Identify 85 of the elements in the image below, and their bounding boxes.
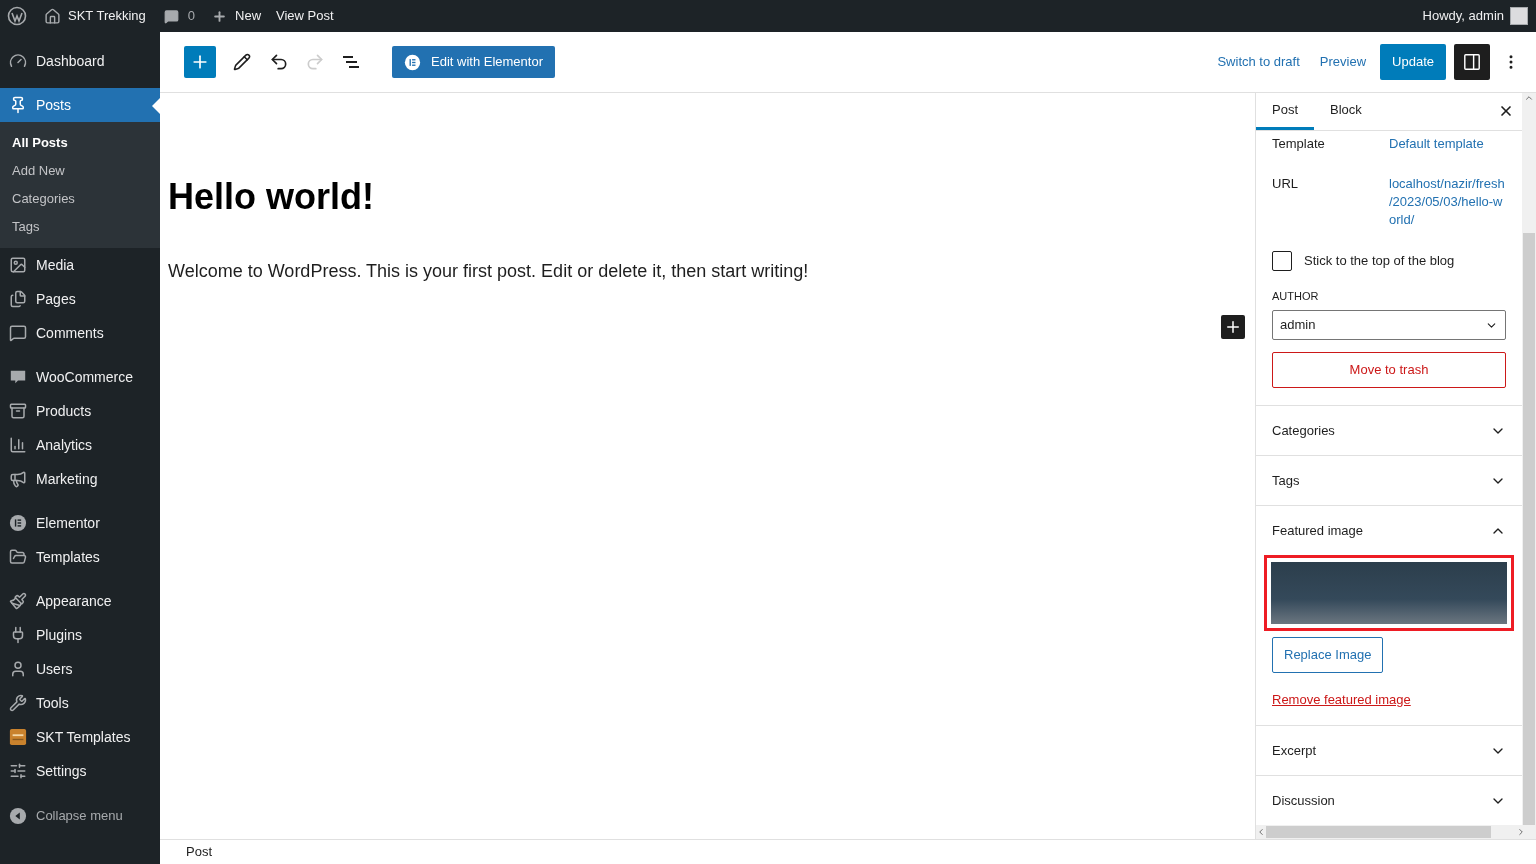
home-icon[interactable] xyxy=(44,7,61,25)
greeting-link[interactable]: Howdy, admin xyxy=(1422,6,1504,26)
wrench-icon xyxy=(9,694,27,712)
author-label: AUTHOR xyxy=(1272,288,1320,304)
sidebar-item[interactable]: Settings xyxy=(0,754,160,788)
switch-to-draft-link[interactable]: Switch to draft xyxy=(1217,52,1300,72)
section-toggle[interactable]: Categories xyxy=(1256,406,1522,455)
plus-icon[interactable] xyxy=(212,8,228,24)
pushpin-icon xyxy=(9,96,27,114)
sidebar-item[interactable]: Products xyxy=(0,394,160,428)
media-icon xyxy=(9,256,27,274)
remove-featured-image-link[interactable]: Remove featured image xyxy=(1272,692,1411,707)
section-toggle[interactable]: Featured image xyxy=(1256,506,1522,555)
sticky-label: Stick to the top of the blog xyxy=(1304,251,1455,270)
speech-bubble-icon[interactable] xyxy=(163,8,179,24)
field-value-link[interactable]: localhost/nazir/fresh /2023/05/03/hello-world/ xyxy=(1389,174,1506,229)
post-title[interactable]: Hello world! xyxy=(168,175,1245,219)
submenu-item[interactable]: Add New xyxy=(0,157,160,185)
archive-box-icon xyxy=(9,402,27,420)
scroll-left-icon[interactable] xyxy=(1256,827,1266,837)
bar-chart-icon xyxy=(9,436,27,454)
megaphone-icon xyxy=(9,470,27,488)
panel-tab[interactable]: Block xyxy=(1314,93,1378,130)
add-block-button[interactable] xyxy=(1221,315,1245,340)
wordpress-logo-icon[interactable] xyxy=(7,6,27,26)
circle-logo-icon xyxy=(404,53,421,71)
panel-tab[interactable]: Post xyxy=(1256,93,1314,130)
update-button[interactable]: Update xyxy=(1380,44,1446,80)
submenu-item[interactable]: Tags xyxy=(0,213,160,241)
undo-icon[interactable] xyxy=(269,52,289,72)
scroll-right-icon[interactable] xyxy=(1516,827,1526,837)
author-select[interactable]: admin xyxy=(1272,310,1506,340)
collapse-menu-button[interactable]: Collapse menu xyxy=(0,799,160,833)
pages-icon xyxy=(9,290,27,308)
sidebar-item[interactable]: Tools xyxy=(0,686,160,720)
field-label: Template xyxy=(1272,134,1326,153)
sidebar-item[interactable]: Plugins xyxy=(0,618,160,652)
edit-with-elementor-button[interactable]: Edit with Elementor xyxy=(392,46,555,78)
replace-image-button[interactable]: Replace Image xyxy=(1272,637,1384,673)
horizontal-scrollbar[interactable] xyxy=(1256,825,1536,839)
sidebar-item[interactable]: WooCommerce xyxy=(0,360,160,394)
new-link[interactable]: New xyxy=(235,6,262,26)
sliders-icon xyxy=(9,762,27,780)
scroll-up-icon[interactable] xyxy=(1524,93,1534,103)
sidebar-item[interactable]: Dashboard xyxy=(0,44,160,78)
post-paragraph[interactable]: Welcome to WordPress. This is your first post. Edit or delete it, then start writing! xyxy=(168,258,1245,286)
speech-bubble-icon xyxy=(9,368,27,386)
sidebar-item[interactable]: Analytics xyxy=(0,428,160,462)
field-value-link[interactable]: Default template xyxy=(1389,134,1506,153)
pencil-icon[interactable] xyxy=(233,53,251,71)
section-toggle[interactable]: Tags xyxy=(1256,456,1522,505)
sidebar-item[interactable]: Comments xyxy=(0,316,160,350)
sidebar-item[interactable]: Appearance xyxy=(0,584,160,618)
comment-count: 0 xyxy=(187,7,196,26)
user-icon xyxy=(9,660,27,678)
current-pointer xyxy=(152,98,160,114)
sidebar-item[interactable]: Posts xyxy=(0,88,160,122)
sidebar-item[interactable]: Users xyxy=(0,652,160,686)
sticky-checkbox[interactable] xyxy=(1272,250,1292,271)
site-name-link[interactable]: SKT Trekking xyxy=(68,6,146,26)
settings-toggle-button[interactable] xyxy=(1454,44,1490,80)
vertical-scrollbar[interactable] xyxy=(1522,93,1536,825)
section-toggle[interactable]: Excerpt xyxy=(1256,726,1522,775)
dashboard-icon xyxy=(9,52,27,70)
view-post-link[interactable]: View Post xyxy=(276,6,334,26)
breadcrumb[interactable]: Post xyxy=(186,842,212,862)
square-logo-icon xyxy=(9,728,27,746)
field-label: URL xyxy=(1272,174,1299,193)
circle-logo-icon xyxy=(9,514,27,532)
paintbrush-icon xyxy=(9,592,27,610)
submenu-item[interactable]: All Posts xyxy=(0,129,160,157)
sidebar-item[interactable]: Elementor xyxy=(0,506,160,540)
folder-icon xyxy=(9,548,27,566)
preview-link[interactable]: Preview xyxy=(1319,52,1367,72)
section-toggle[interactable]: Discussion xyxy=(1256,776,1522,825)
sidebar-item[interactable]: SKT Templates xyxy=(0,720,160,754)
sidebar-panel-icon xyxy=(1463,53,1481,71)
collapse-icon xyxy=(9,807,27,825)
sidebar-item[interactable]: Templates xyxy=(0,540,160,574)
sidebar-item[interactable]: Pages xyxy=(0,282,160,316)
speech-bubble-icon xyxy=(9,324,27,342)
submenu-item[interactable]: Categories xyxy=(0,185,160,213)
sidebar-item[interactable]: Media xyxy=(0,248,160,282)
sidebar-item[interactable]: Marketing xyxy=(0,462,160,496)
move-to-trash-button[interactable]: Move to trash xyxy=(1272,352,1506,388)
